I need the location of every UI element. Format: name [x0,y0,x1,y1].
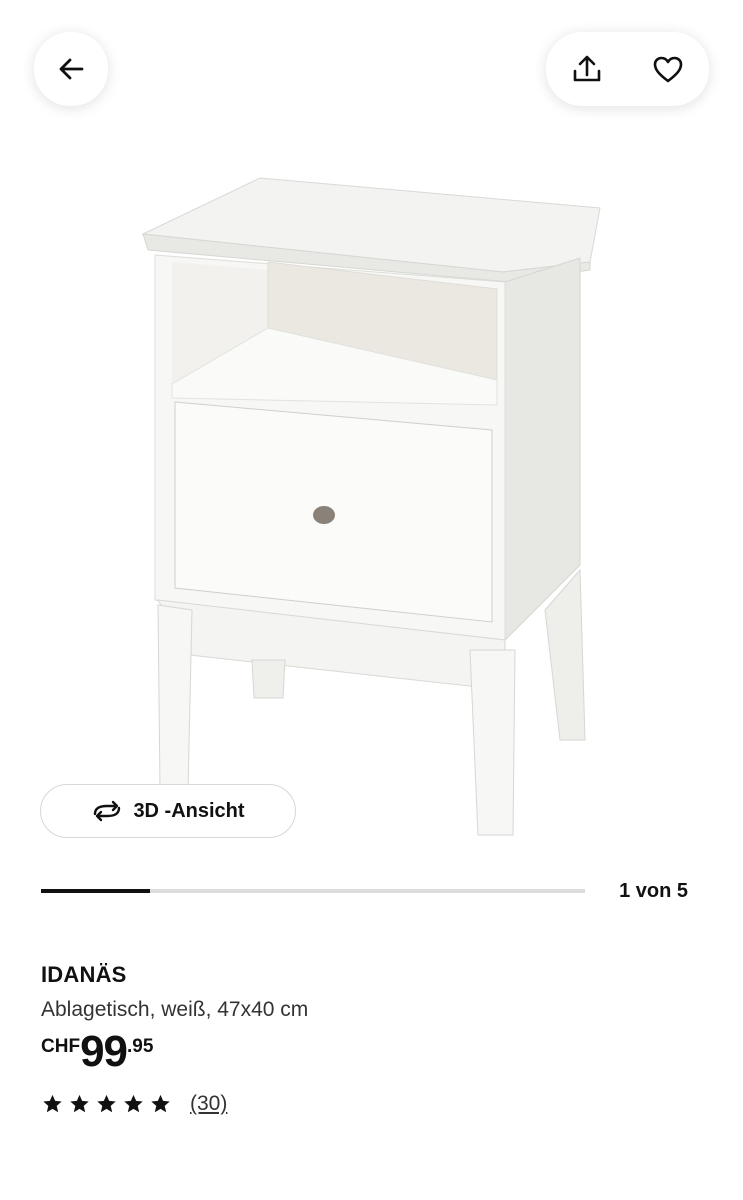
price-currency: CHF [41,1036,81,1057]
price-decimal: .95 [127,1036,154,1057]
star-icon [97,1094,116,1113]
gallery-progress-fill [41,889,150,893]
product-image[interactable] [0,0,743,870]
view-3d-button[interactable]: 3D -Ansicht [40,784,296,838]
product-name[interactable]: IDANÄS [41,962,308,988]
view-3d-label: 3D -Ansicht [133,799,245,822]
price-integer: 99 [80,1027,128,1076]
star-icon [124,1094,143,1113]
gallery-counter: 1 von 5 [619,880,688,902]
review-count-link[interactable]: (30) [190,1092,227,1116]
share-button[interactable] [557,39,617,99]
gallery-progress-bar [41,889,585,893]
product-gallery[interactable]: 3D -Ansicht [0,0,743,870]
back-button[interactable] [34,32,108,106]
arrow-left-icon [59,58,84,80]
star-icon [70,1094,89,1113]
action-buttons [546,32,709,106]
product-info: IDANÄS Ablagetisch, weiß, 47x40 cm CHF 9… [41,962,308,1116]
share-icon [573,55,601,82]
heart-icon [653,56,683,83]
favourite-button[interactable] [638,39,698,99]
product-rating[interactable]: (30) [41,1092,308,1116]
product-price: CHF 99 .95 [41,1030,308,1074]
product-description: Ablagetisch, weiß, 47x40 cm [41,998,309,1021]
star-icon [43,1094,62,1113]
rotate-3d-icon [94,800,121,822]
star-icon [151,1094,170,1113]
